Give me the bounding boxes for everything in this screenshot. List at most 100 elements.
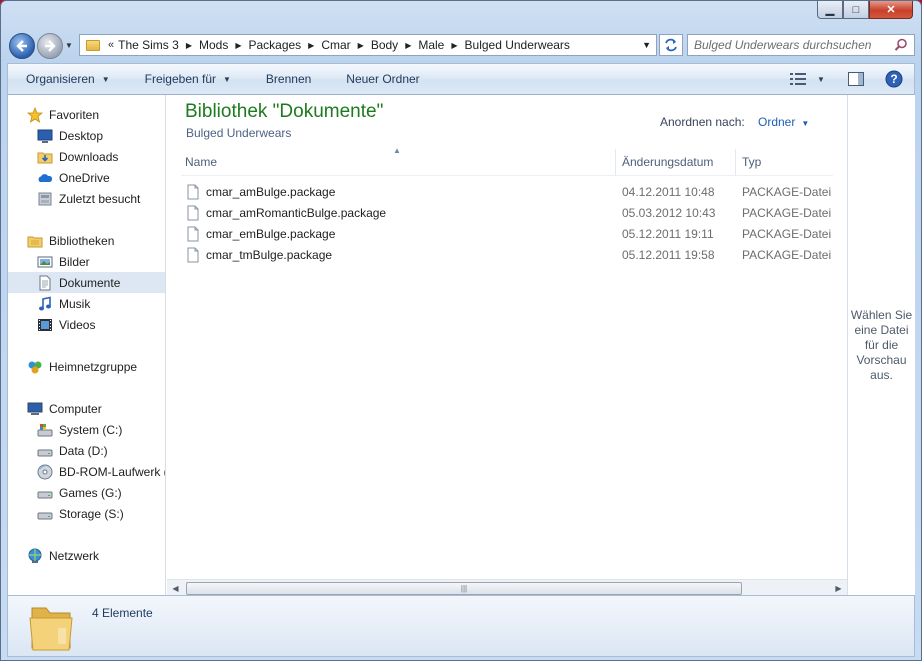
file-type: PACKAGE-Datei [742, 226, 832, 241]
breadcrumb-separator-icon[interactable]: ▶ [451, 41, 457, 50]
breadcrumb-separator-icon[interactable]: ▶ [405, 41, 411, 50]
file-icon [187, 184, 199, 199]
column-header-date[interactable]: Änderungsdatum [615, 149, 733, 175]
breadcrumb-item[interactable]: Male [418, 38, 444, 52]
breadcrumb-item[interactable]: Bulged Underwears [465, 38, 570, 52]
new-folder-label: Neuer Ordner [346, 72, 420, 86]
breadcrumb-item[interactable]: The Sims 3 [118, 38, 179, 52]
recent-pages-dropdown[interactable]: ▼ [65, 41, 73, 50]
folder-icon [86, 39, 100, 51]
header-divider [181, 175, 833, 176]
sidebar-item-documents[interactable]: Dokumente [8, 272, 165, 293]
sidebar-item-drive-s[interactable]: Storage (S:) [8, 503, 165, 524]
horizontal-scrollbar[interactable]: ◀ ||| ▶ [167, 579, 847, 596]
file-name: cmar_tmBulge.package [206, 247, 333, 262]
file-row[interactable]: cmar_emBulge.package 05.12.2011 19:11 PA… [185, 223, 845, 244]
sidebar-item-videos[interactable]: Videos [8, 314, 165, 335]
sidebar-item-network[interactable]: Netzwerk [8, 545, 165, 566]
address-dropdown-icon[interactable]: ▼ [642, 40, 651, 50]
breadcrumb-item[interactable]: Body [371, 38, 398, 52]
sidebar-item-label: Downloads [59, 149, 119, 164]
sidebar-item-label: OneDrive [59, 170, 110, 185]
breadcrumb-separator-icon[interactable]: ▶ [308, 41, 314, 50]
sidebar-item-libraries[interactable]: Bibliotheken [8, 230, 165, 251]
sidebar-item-pictures[interactable]: Bilder [8, 251, 165, 272]
sidebar-item-computer[interactable]: Computer [8, 398, 165, 419]
preview-pane-button[interactable] [844, 68, 868, 90]
sidebar-item-music[interactable]: Musik [8, 293, 165, 314]
change-view-button[interactable] [786, 68, 810, 90]
minimize-button[interactable]: ▁ [817, 1, 843, 19]
scrollbar-track[interactable]: ||| [184, 581, 830, 596]
sidebar-item-label: Storage (S:) [59, 506, 124, 521]
command-bar: Organisieren ▼ Freigeben für ▼ Brennen N… [7, 63, 915, 95]
sidebar-item-label: Favoriten [49, 107, 100, 122]
breadcrumb-separator-icon[interactable]: ▶ [235, 41, 241, 50]
column-header-name[interactable]: Name [185, 149, 613, 175]
sidebar-item-drive-d[interactable]: Data (D:) [8, 440, 165, 461]
arrange-by-dropdown[interactable]: Ordner ▼ [758, 115, 809, 129]
scroll-left-button[interactable]: ◀ [167, 580, 184, 597]
share-label: Freigeben für [144, 72, 216, 86]
help-button[interactable]: ? [882, 68, 906, 90]
new-folder-button[interactable]: Neuer Ordner [328, 67, 436, 91]
share-button[interactable]: Freigeben für ▼ [127, 67, 248, 91]
preview-pane-icon [848, 72, 864, 86]
maximize-button[interactable]: □ [843, 1, 869, 19]
file-row[interactable]: cmar_amRomanticBulge.package 05.03.2012 … [185, 202, 845, 223]
drive-icon [37, 485, 53, 501]
breadcrumb-separator-icon[interactable]: ▶ [186, 41, 192, 50]
close-button[interactable]: ✕ [869, 1, 913, 19]
details-pane: 4 Elemente [7, 595, 915, 657]
breadcrumb-item[interactable]: Packages [248, 38, 301, 52]
library-subtitle[interactable]: Bulged Underwears [186, 126, 291, 140]
column-header-type[interactable]: Typ [735, 149, 835, 175]
arrange-by-value: Ordner [758, 115, 796, 129]
back-button[interactable] [9, 33, 35, 59]
details-view-icon [790, 73, 806, 85]
sidebar-item-recent[interactable]: Zuletzt besucht [8, 188, 165, 209]
drive-icon [37, 443, 53, 459]
breadcrumb-item[interactable]: Cmar [321, 38, 350, 52]
optical-drive-icon [37, 464, 53, 480]
sidebar-item-label: BD-ROM-Laufwerk ( [59, 464, 166, 479]
sidebar-item-label: Musik [59, 296, 91, 311]
pictures-icon [37, 254, 53, 270]
search-box[interactable] [687, 34, 915, 56]
sidebar-item-bd-rom[interactable]: BD-ROM-Laufwerk ( [8, 461, 165, 482]
forward-button[interactable] [37, 33, 63, 59]
file-date: 05.03.2012 10:43 [622, 205, 716, 220]
file-type: PACKAGE-Datei [742, 247, 832, 262]
file-row[interactable]: cmar_tmBulge.package 05.12.2011 19:58 PA… [185, 244, 845, 265]
search-input[interactable] [694, 36, 892, 54]
music-icon [37, 296, 53, 312]
search-icon[interactable] [892, 36, 910, 54]
burn-button[interactable]: Brennen [248, 67, 328, 91]
breadcrumb-item[interactable]: Mods [199, 38, 228, 52]
sidebar-item-label: Heimnetzgruppe [49, 359, 138, 374]
sidebar-item-desktop[interactable]: Desktop [8, 125, 165, 146]
sidebar-item-favorites[interactable]: Favoriten [8, 104, 165, 125]
file-name: cmar_amRomanticBulge.package [206, 205, 387, 220]
view-options-dropdown[interactable]: ▼ [814, 75, 828, 84]
sidebar-item-drive-c[interactable]: System (C:) [8, 419, 165, 440]
breadcrumb-overflow[interactable]: « [108, 39, 114, 51]
network-icon [27, 548, 43, 564]
file-icon [187, 205, 199, 220]
refresh-button[interactable] [659, 34, 683, 56]
sidebar-item-homegroup[interactable]: Heimnetzgruppe [8, 356, 165, 377]
sidebar-item-onedrive[interactable]: OneDrive [8, 167, 165, 188]
library-title: Bibliothek "Dokumente" [185, 101, 384, 122]
homegroup-icon [27, 359, 43, 375]
address-bar[interactable]: « The Sims 3 ▶ Mods ▶ Packages ▶ Cmar ▶ … [79, 34, 657, 56]
file-type: PACKAGE-Datei [742, 205, 832, 220]
scrollbar-thumb[interactable]: ||| [186, 581, 742, 595]
file-date: 04.12.2011 10:48 [622, 184, 715, 199]
content-pane: Bibliothek "Dokumente" Bulged Underwears… [167, 95, 847, 595]
file-row[interactable]: cmar_amBulge.package 04.12.2011 10:48 PA… [185, 181, 845, 202]
organize-button[interactable]: Organisieren ▼ [8, 67, 127, 91]
breadcrumb-separator-icon[interactable]: ▶ [358, 41, 364, 50]
sidebar-item-downloads[interactable]: Downloads [8, 146, 165, 167]
sidebar-item-drive-g[interactable]: Games (G:) [8, 482, 165, 503]
scroll-right-button[interactable]: ▶ [830, 580, 847, 597]
